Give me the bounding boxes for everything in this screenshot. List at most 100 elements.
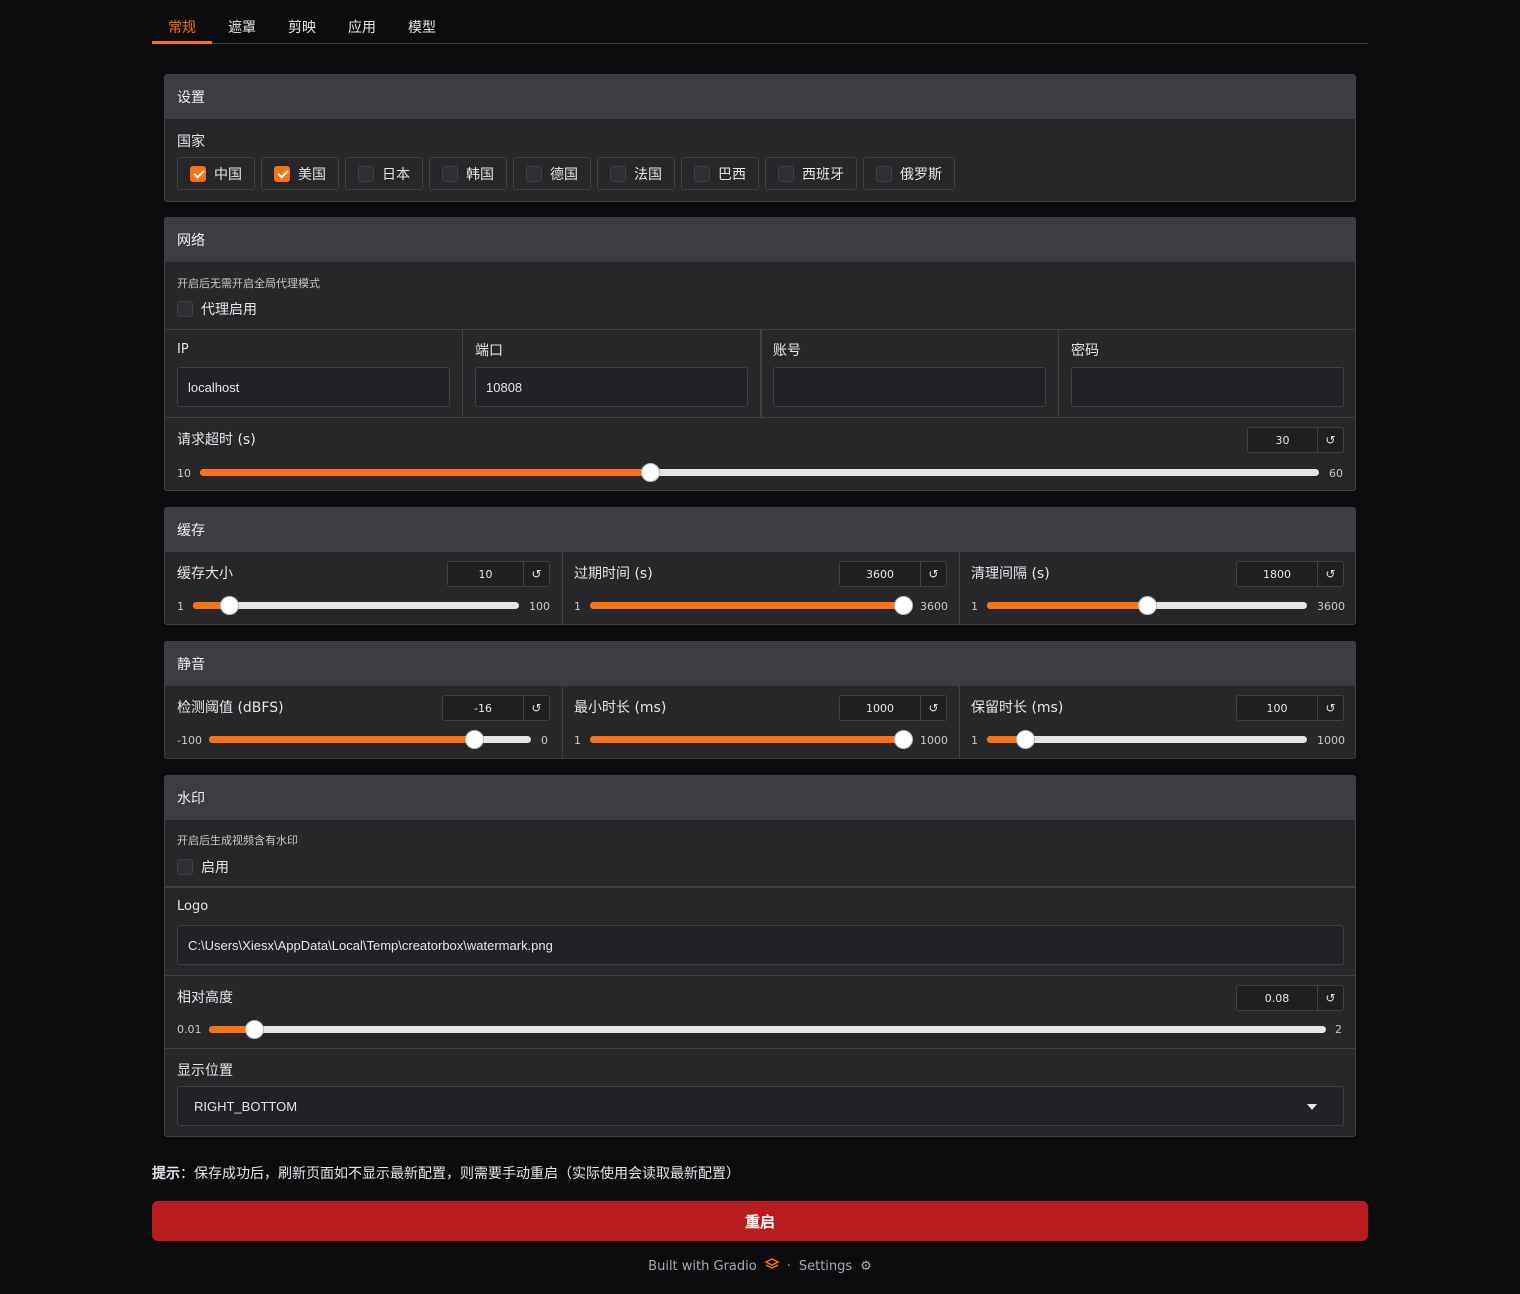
country-checkbox-russia[interactable]: 俄罗斯 xyxy=(863,157,955,190)
cache-size-number-input[interactable]: 10 ↺ xyxy=(447,561,550,587)
keep-duration-max: 1000 xyxy=(1317,734,1345,747)
keep-duration-label: 保留时长 (ms) xyxy=(971,700,1064,716)
country-label-korea: 韩国 xyxy=(466,166,494,183)
checkbox-box[interactable] xyxy=(876,165,892,182)
country-label-japan: 日本 xyxy=(382,166,410,183)
hint-bold: 提示 xyxy=(152,1166,180,1182)
checkbox-box[interactable] xyxy=(526,165,542,182)
restart-button[interactable]: 重启 xyxy=(152,1201,1368,1241)
threshold-slider[interactable] xyxy=(209,730,531,749)
country-checkbox-china[interactable]: 中国 xyxy=(177,157,255,190)
country-checkbox-germany[interactable]: 德国 xyxy=(513,157,591,190)
tab-mask[interactable]: 遮罩 xyxy=(228,17,256,37)
divider xyxy=(760,329,762,417)
threshold-number-input[interactable]: -16 ↺ xyxy=(442,695,550,721)
mute-header[interactable]: 静音 xyxy=(165,642,1355,686)
country-checkbox-korea[interactable]: 韩国 xyxy=(429,157,507,190)
chevron-down-icon[interactable] xyxy=(1307,1104,1317,1110)
threshold-value[interactable]: -16 xyxy=(443,696,523,720)
cache-header[interactable]: 缓存 xyxy=(165,508,1355,552)
slider-thumb[interactable] xyxy=(1138,596,1157,615)
cache-size-min: 1 xyxy=(177,600,184,613)
slider-fill xyxy=(590,736,903,743)
tab-model[interactable]: 模型 xyxy=(408,17,436,37)
country-checkbox-japan[interactable]: 日本 xyxy=(345,157,423,190)
reset-icon[interactable]: ↺ xyxy=(1317,428,1343,452)
built-with-gradio-link[interactable]: Built with Gradio xyxy=(648,1259,757,1274)
cleanup-interval-slider[interactable] xyxy=(987,596,1307,615)
gear-icon[interactable]: ⚙ xyxy=(860,1259,872,1274)
logo-path-input[interactable]: C:\Users\Xiesx\AppData\Local\Temp\creato… xyxy=(177,925,1344,965)
reset-icon[interactable]: ↺ xyxy=(920,562,946,586)
tab-general[interactable]: 常规 xyxy=(168,17,196,37)
reset-icon[interactable]: ↺ xyxy=(920,696,946,720)
reset-icon[interactable]: ↺ xyxy=(1317,986,1343,1010)
account-input[interactable] xyxy=(773,367,1046,407)
divider xyxy=(1058,329,1059,417)
cleanup-interval-value[interactable]: 1800 xyxy=(1237,562,1317,586)
timeout-number-input[interactable]: 30 ↺ xyxy=(1247,427,1344,453)
checkbox-box[interactable] xyxy=(177,301,193,317)
slider-thumb[interactable] xyxy=(894,730,913,749)
checkbox-box[interactable] xyxy=(177,859,193,875)
country-checkbox-brazil[interactable]: 巴西 xyxy=(681,157,759,190)
divider xyxy=(165,886,1355,888)
country-checkbox-spain[interactable]: 西班牙 xyxy=(765,157,857,190)
slider-thumb[interactable] xyxy=(245,1020,264,1039)
relative-height-value[interactable]: 0.08 xyxy=(1237,986,1317,1010)
expire-time-label: 过期时间 (s) xyxy=(574,566,653,582)
expire-time-slider[interactable] xyxy=(590,596,913,615)
settings-link[interactable]: Settings xyxy=(799,1259,852,1274)
reset-icon[interactable]: ↺ xyxy=(523,696,549,720)
timeout-slider[interactable] xyxy=(200,463,1319,482)
keep-duration-number-input[interactable]: 100 ↺ xyxy=(1236,695,1344,721)
min-duration-min: 1 xyxy=(574,734,581,747)
timeout-value[interactable]: 30 xyxy=(1248,428,1317,452)
password-input[interactable] xyxy=(1071,367,1344,407)
min-duration-slider[interactable] xyxy=(590,730,913,749)
keep-duration-value[interactable]: 100 xyxy=(1237,696,1317,720)
relative-height-number-input[interactable]: 0.08 ↺ xyxy=(1236,985,1344,1011)
watermark-header[interactable]: 水印 xyxy=(165,776,1355,820)
slider-thumb[interactable] xyxy=(894,596,913,615)
expire-time-value[interactable]: 3600 xyxy=(840,562,920,586)
watermark-enable-checkbox[interactable]: 启用 xyxy=(177,857,229,877)
expire-time-number-input[interactable]: 3600 ↺ xyxy=(839,561,947,587)
reset-icon[interactable]: ↺ xyxy=(1317,696,1343,720)
settings-panel: 设置 国家 中国 美国 日本 韩国 德国 法国 巴西 西班牙 俄罗斯 xyxy=(164,74,1356,202)
divider xyxy=(959,686,960,758)
network-header[interactable]: 网络 xyxy=(165,218,1355,262)
cache-size-slider[interactable] xyxy=(193,596,519,615)
checkbox-box[interactable] xyxy=(778,165,794,182)
keep-duration-slider[interactable] xyxy=(987,730,1307,749)
country-checkbox-france[interactable]: 法国 xyxy=(597,157,675,190)
checkbox-box[interactable] xyxy=(694,165,710,182)
checkbox-box[interactable] xyxy=(358,165,374,182)
reset-icon[interactable]: ↺ xyxy=(1317,562,1343,586)
slider-fill xyxy=(987,602,1147,609)
reset-icon[interactable]: ↺ xyxy=(523,562,549,586)
country-checkbox-usa[interactable]: 美国 xyxy=(261,157,339,190)
position-dropdown[interactable]: RIGHT_BOTTOM xyxy=(177,1086,1344,1126)
slider-thumb[interactable] xyxy=(465,730,484,749)
relative-height-slider[interactable] xyxy=(209,1020,1326,1039)
settings-header[interactable]: 设置 xyxy=(165,75,1355,119)
tab-app[interactable]: 应用 xyxy=(348,17,376,37)
port-input[interactable]: 10808 xyxy=(475,367,748,407)
checkbox-box[interactable] xyxy=(274,165,290,182)
proxy-enable-checkbox[interactable]: 代理启用 xyxy=(177,299,257,319)
checkbox-box[interactable] xyxy=(190,165,206,182)
min-duration-value[interactable]: 1000 xyxy=(840,696,920,720)
min-duration-number-input[interactable]: 1000 ↺ xyxy=(839,695,947,721)
cache-panel: 缓存 缓存大小 10 ↺ 1 100 过期时间 (s) 3600 ↺ 1 360… xyxy=(164,507,1356,625)
checkbox-box[interactable] xyxy=(610,165,626,182)
checkbox-box[interactable] xyxy=(442,165,458,182)
ip-input[interactable]: localhost xyxy=(177,367,450,407)
slider-thumb[interactable] xyxy=(641,463,660,482)
tab-jianying[interactable]: 剪映 xyxy=(288,17,316,37)
country-label-brazil: 巴西 xyxy=(718,166,746,183)
cache-size-value[interactable]: 10 xyxy=(448,562,523,586)
slider-thumb[interactable] xyxy=(1016,730,1035,749)
cleanup-interval-number-input[interactable]: 1800 ↺ xyxy=(1236,561,1344,587)
slider-thumb[interactable] xyxy=(220,596,239,615)
